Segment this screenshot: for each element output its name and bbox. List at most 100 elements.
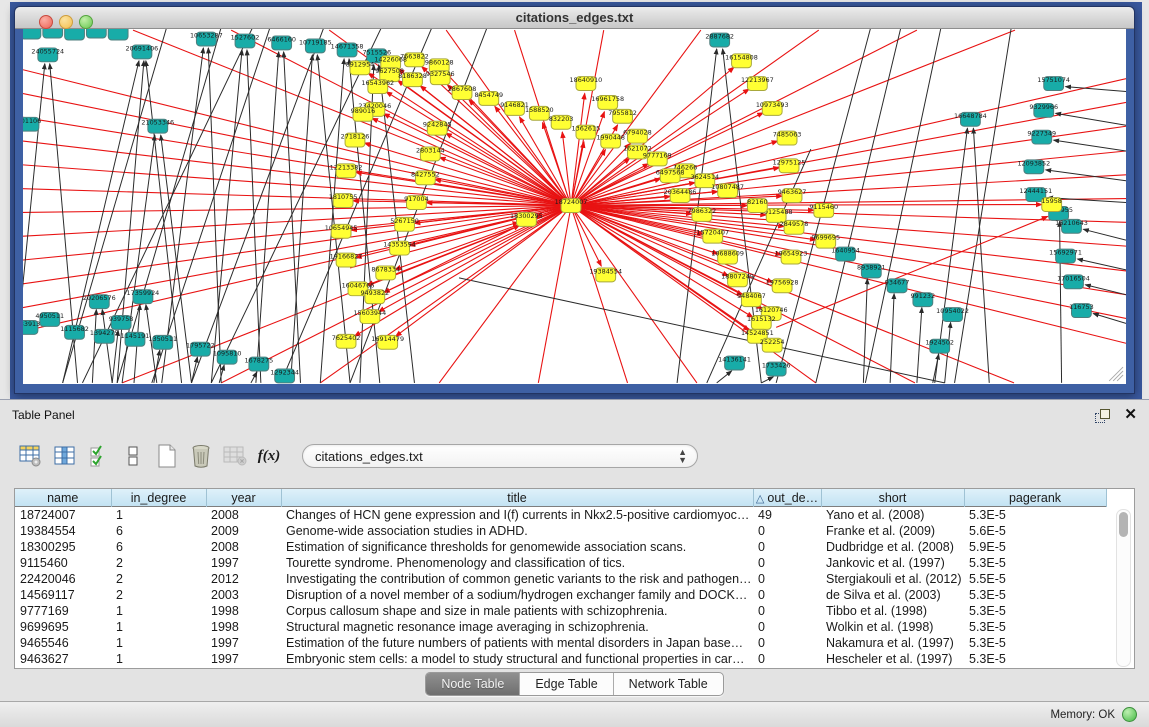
network-canvas[interactable]: 2405572420691406106532871527602646616010… bbox=[23, 29, 1126, 384]
float-panel-icon[interactable] bbox=[1095, 409, 1110, 422]
table-cell[interactable]: Corpus callosum shape and size in male p… bbox=[281, 603, 753, 619]
table-cell[interactable]: 5.3E-5 bbox=[964, 555, 1106, 571]
tab-network-table[interactable]: Network Table bbox=[614, 673, 723, 695]
table-cell[interactable]: 1997 bbox=[206, 635, 281, 651]
table-cell[interactable]: 5.3E-5 bbox=[964, 619, 1106, 635]
table-cell[interactable]: 18300295 bbox=[15, 539, 111, 555]
column-header-pagerank[interactable]: pagerank bbox=[964, 489, 1106, 507]
table-cell[interactable]: 9699695 bbox=[15, 619, 111, 635]
table-cell[interactable]: Jankovic et al. (1997) bbox=[821, 555, 964, 571]
graph-node[interactable] bbox=[43, 29, 63, 38]
table-cell[interactable]: 19384554 bbox=[15, 523, 111, 539]
table-cell[interactable]: Stergiakouli et al. (2012) bbox=[821, 571, 964, 587]
table-cell[interactable]: Structural magnetic resonance image aver… bbox=[281, 619, 753, 635]
table-cell[interactable]: 0 bbox=[753, 635, 821, 651]
column-header-name[interactable]: name bbox=[15, 489, 111, 507]
checklist-icon[interactable] bbox=[84, 441, 114, 471]
table-cell[interactable]: 9463627 bbox=[15, 651, 111, 667]
table-cell[interactable]: 1 bbox=[111, 619, 206, 635]
table-row[interactable]: 1872400712008Changes of HCN gene express… bbox=[15, 507, 1106, 524]
table-cell[interactable]: Disruption of a novel member of a sodium… bbox=[281, 587, 753, 603]
table-cell[interactable]: 14569117 bbox=[15, 587, 111, 603]
table-cell[interactable]: Wolkin et al. (1998) bbox=[821, 619, 964, 635]
table-cell[interactable]: 9115460 bbox=[15, 555, 111, 571]
table-cell[interactable]: Estimation of the future numbers of pati… bbox=[281, 635, 753, 651]
table-mode-icon[interactable] bbox=[16, 441, 46, 471]
table-row[interactable]: 1938455462009Genome-wide association stu… bbox=[15, 523, 1106, 539]
table-cell[interactable]: 1 bbox=[111, 603, 206, 619]
column-header-title[interactable]: title bbox=[281, 489, 753, 507]
table-cell[interactable]: 2 bbox=[111, 587, 206, 603]
table-cell[interactable]: 5.6E-5 bbox=[964, 523, 1106, 539]
table-cell[interactable]: 5.3E-5 bbox=[964, 587, 1106, 603]
table-cell[interactable]: Nakamura et al. (1997) bbox=[821, 635, 964, 651]
table-row[interactable]: 2242004622012Investigating the contribut… bbox=[15, 571, 1106, 587]
column-header-year[interactable]: year bbox=[206, 489, 281, 507]
rows-icon[interactable] bbox=[118, 441, 148, 471]
table-cell[interactable]: 1997 bbox=[206, 555, 281, 571]
table-cell[interactable]: 22420046 bbox=[15, 571, 111, 587]
table-cell[interactable]: 1998 bbox=[206, 603, 281, 619]
table-row[interactable]: 946554611997Estimation of the future num… bbox=[15, 635, 1106, 651]
network-table-select[interactable]: citations_edges.txt ▲▼ bbox=[302, 444, 698, 468]
table-cell[interactable]: Genome-wide association studies in ADHD. bbox=[281, 523, 753, 539]
table-cell[interactable]: 0 bbox=[753, 571, 821, 587]
graph-node[interactable] bbox=[86, 29, 106, 38]
table-row[interactable]: 977716911998Corpus callosum shape and si… bbox=[15, 603, 1106, 619]
table-cell[interactable]: Investigating the contribution of common… bbox=[281, 571, 753, 587]
table-cell[interactable]: 2 bbox=[111, 555, 206, 571]
column-header-short[interactable]: short bbox=[821, 489, 964, 507]
graph-node[interactable] bbox=[65, 29, 85, 40]
table-row[interactable]: 946362711997Embryonic stem cells: a mode… bbox=[15, 651, 1106, 667]
table-cell[interactable]: 1 bbox=[111, 507, 206, 524]
table-cell[interactable]: 2009 bbox=[206, 523, 281, 539]
table-row[interactable]: 969969511998Structural magnetic resonanc… bbox=[15, 619, 1106, 635]
table-cell[interactable]: Hescheler et al. (1997) bbox=[821, 651, 964, 667]
table-cell[interactable]: 0 bbox=[753, 539, 821, 555]
table-cell[interactable]: 1 bbox=[111, 651, 206, 667]
table-cell[interactable]: 5.3E-5 bbox=[964, 635, 1106, 651]
table-cell[interactable]: Changes of HCN gene expression and I(f) … bbox=[281, 507, 753, 524]
table-cell[interactable]: Tibbo et al. (1998) bbox=[821, 603, 964, 619]
table-cell[interactable]: Yano et al. (2008) bbox=[821, 507, 964, 524]
close-panel-icon[interactable]: ✕ bbox=[1124, 408, 1137, 422]
table-cell[interactable]: 49 bbox=[753, 507, 821, 524]
table-cell[interactable]: 1 bbox=[111, 635, 206, 651]
table-cell[interactable]: 2008 bbox=[206, 507, 281, 524]
table-scrollbar[interactable] bbox=[1116, 509, 1131, 667]
show-columns-icon[interactable] bbox=[50, 441, 80, 471]
table-cell[interactable]: 6 bbox=[111, 523, 206, 539]
table-cell[interactable]: Embryonic stem cells: a model to study s… bbox=[281, 651, 753, 667]
table-cell[interactable]: 1998 bbox=[206, 619, 281, 635]
table-cell[interactable]: 0 bbox=[753, 651, 821, 667]
table-scrollbar-thumb[interactable] bbox=[1119, 512, 1128, 537]
column-header-out_de[interactable]: △ out_de… bbox=[753, 489, 821, 507]
table-cell[interactable]: 0 bbox=[753, 619, 821, 635]
table-row[interactable]: 1456911722003Disruption of a novel membe… bbox=[15, 587, 1106, 603]
table-cell[interactable]: 5.5E-5 bbox=[964, 571, 1106, 587]
table-cell[interactable]: 0 bbox=[753, 523, 821, 539]
table-row[interactable]: 1830029562008Estimation of significance … bbox=[15, 539, 1106, 555]
table-cell[interactable]: 9777169 bbox=[15, 603, 111, 619]
tab-node-table[interactable]: Node Table bbox=[426, 673, 520, 695]
table-cell[interactable]: 0 bbox=[753, 587, 821, 603]
table-cell[interactable]: 5.3E-5 bbox=[964, 507, 1106, 524]
column-header-in_degree[interactable]: in_degree bbox=[111, 489, 206, 507]
table-cell[interactable]: 9465546 bbox=[15, 635, 111, 651]
graph-node[interactable] bbox=[23, 29, 41, 39]
table-cell[interactable]: 2003 bbox=[206, 587, 281, 603]
table-cell[interactable]: Tourette syndrome. Phenomenology and cla… bbox=[281, 555, 753, 571]
graph-node[interactable] bbox=[108, 29, 128, 40]
table-cell[interactable]: 0 bbox=[753, 603, 821, 619]
table-cell[interactable]: 18724007 bbox=[15, 507, 111, 524]
window-titlebar[interactable]: citations_edges.txt bbox=[15, 7, 1134, 29]
table-cell[interactable]: 0 bbox=[753, 555, 821, 571]
function-builder-icon[interactable]: f(x) bbox=[254, 441, 284, 471]
table-cell[interactable]: Franke et al. (2009) bbox=[821, 523, 964, 539]
table-cell[interactable]: Estimation of significance thresholds fo… bbox=[281, 539, 753, 555]
table-cell[interactable]: 6 bbox=[111, 539, 206, 555]
new-column-icon[interactable] bbox=[152, 441, 182, 471]
table-cell[interactable]: 5.9E-5 bbox=[964, 539, 1106, 555]
table-cell[interactable]: Dudbridge et al. (2008) bbox=[821, 539, 964, 555]
table-cell[interactable]: 2012 bbox=[206, 571, 281, 587]
